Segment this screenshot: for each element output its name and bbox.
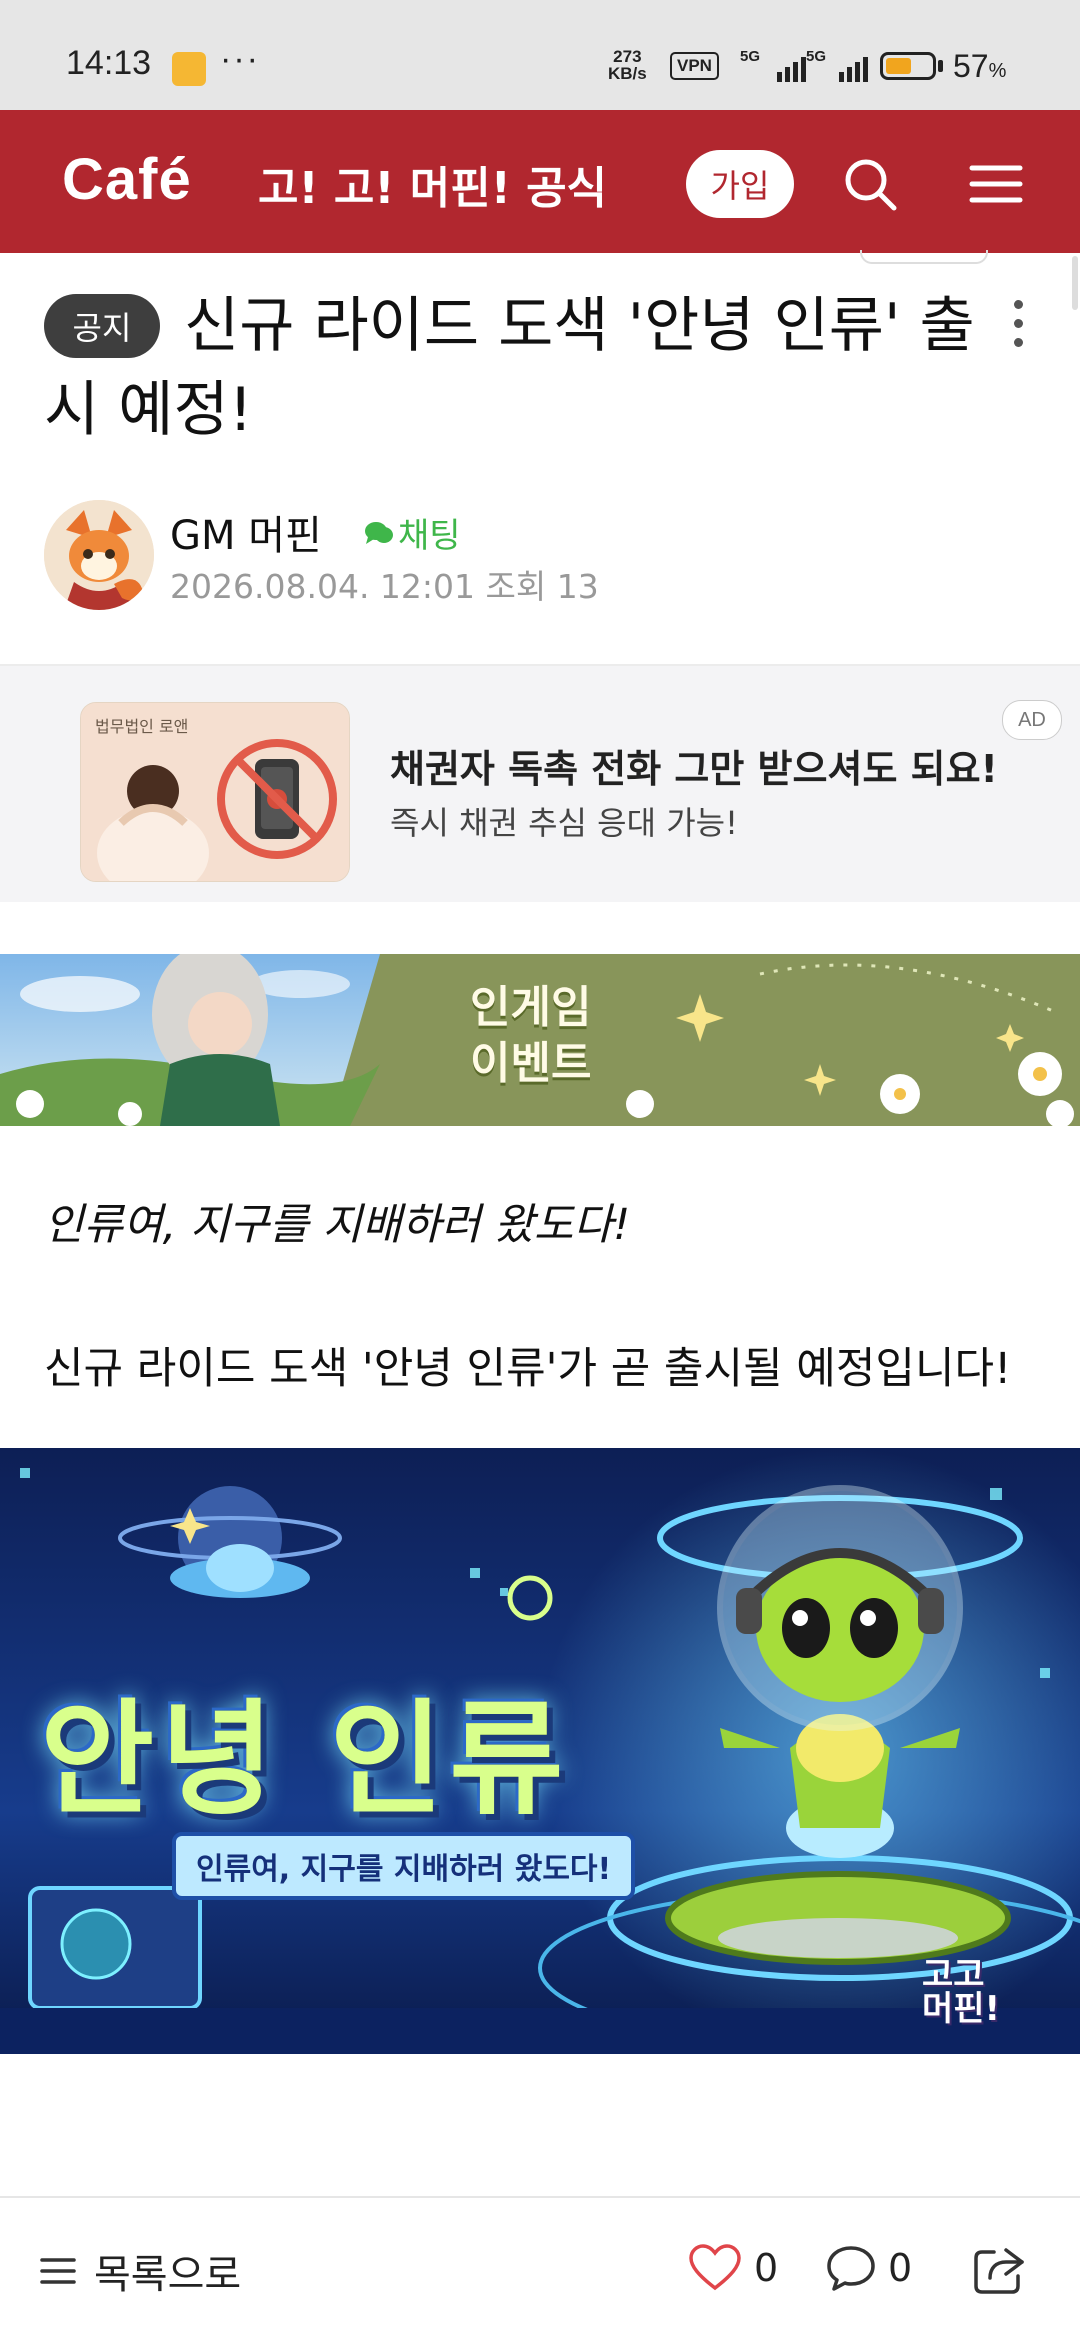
cafe-logo[interactable]: Café [62, 146, 192, 213]
chat-label: 채팅 [398, 516, 461, 556]
scroll-top-tab[interactable] [860, 250, 988, 264]
comment-button[interactable]: 0 [826, 2244, 912, 2292]
tagline-text: 인류여, 지구를 지배하러 왔도다! [44, 1200, 631, 1250]
join-button[interactable]: 가입 [686, 150, 794, 218]
game-logo-line-2: 머핀! [922, 1989, 1001, 2029]
battery-percent-unit: % [988, 60, 1007, 82]
share-icon[interactable] [972, 2244, 1028, 2296]
signal-2-label: 5G [806, 48, 827, 65]
comment-count: 0 [888, 2246, 913, 2290]
notice-badge: 공지 [44, 294, 160, 358]
heart-icon [689, 2244, 741, 2291]
event-banner-text: 인게임 이벤트 [470, 980, 591, 1092]
app-header: Café 고! 고! 머핀! 공식 가입 [0, 110, 1080, 253]
signal-icon-1: 5G [740, 48, 806, 82]
more-options-icon[interactable] [1008, 300, 1028, 360]
banner-subtitle: 인류여, 지구를 지배하러 왔도다! [172, 1832, 636, 1900]
chat-button[interactable]: 채팅 [364, 508, 461, 557]
ad-banner[interactable]: 법무법인 로앤 채권자 독촉 전화 그만 받으셔도 되요! 즉시 채권 추심 응… [0, 664, 1080, 902]
signal-1-label: 5G [740, 48, 761, 65]
status-bar: 14:13 ··· 273 KB/s VPN 5G 5G 57% [0, 0, 1080, 110]
back-to-list-label: 목록으로 [94, 2252, 242, 2298]
like-count: 0 [754, 2246, 779, 2290]
back-to-list-button[interactable]: 목록으로 [40, 2242, 241, 2300]
author-avatar[interactable] [44, 500, 154, 610]
network-speed: 273 KB/s [608, 48, 647, 82]
ad-subline[interactable]: 즉시 채권 추심 응대 가능! [390, 798, 738, 844]
event-line-1: 인게임 [470, 982, 592, 1033]
menu-icon[interactable] [966, 154, 1026, 214]
list-icon [40, 2258, 76, 2284]
bottom-action-bar: 목록으로 0 0 [0, 2196, 1080, 2341]
clock: 14:13 [66, 44, 152, 82]
battery-percent: 57% [953, 48, 1006, 85]
network-speed-unit: KB/s [608, 64, 647, 83]
battery-icon [880, 52, 936, 80]
scrollbar[interactable] [1072, 256, 1078, 310]
ride-paint-banner-image[interactable]: 안녕 인류 인류여, 지구를 지배하러 왔도다! 고고 머핀! [0, 1448, 1080, 2054]
event-line-2: 이벤트 [470, 1038, 592, 1089]
author-name[interactable]: GM 머핀 [170, 503, 322, 561]
ad-image[interactable]: 법무법인 로앤 [80, 702, 350, 882]
game-logo-mark: 고고 머핀! [922, 1958, 1000, 2026]
battery-tip [938, 60, 943, 72]
body-text: 신규 라이드 도색 '안녕 인류'가 곧 출시될 예정입니다! [44, 1344, 1012, 1394]
banner-title: 안녕 인류 [40, 1688, 570, 1832]
event-banner-image[interactable]: 인게임 이벤트 [0, 954, 1080, 1126]
chat-icon [365, 521, 393, 544]
more-notifications-icon: ··· [220, 40, 260, 78]
post-meta: 2026.08.04. 12:01 조회 13 [170, 567, 599, 606]
like-button[interactable]: 0 [688, 2244, 778, 2292]
ad-headline[interactable]: 채권자 독촉 전화 그만 받으셔도 되요! [390, 738, 998, 793]
vpn-icon: VPN [670, 52, 719, 80]
notification-icon [172, 52, 206, 86]
ad-badge[interactable]: AD [1002, 700, 1062, 740]
comment-icon [827, 2246, 875, 2291]
ad-image-label: 법무법인 로앤 [95, 717, 189, 736]
signal-icon-2: 5G [806, 48, 868, 82]
cafe-name[interactable]: 고! 고! 머핀! 공식 [258, 152, 607, 216]
article-title: 신규 라이드 도색 '안녕 인류' 출시 예정! [44, 291, 975, 445]
search-icon[interactable] [840, 154, 900, 214]
battery-percent-value: 57 [953, 48, 989, 84]
battery-level [886, 58, 912, 74]
